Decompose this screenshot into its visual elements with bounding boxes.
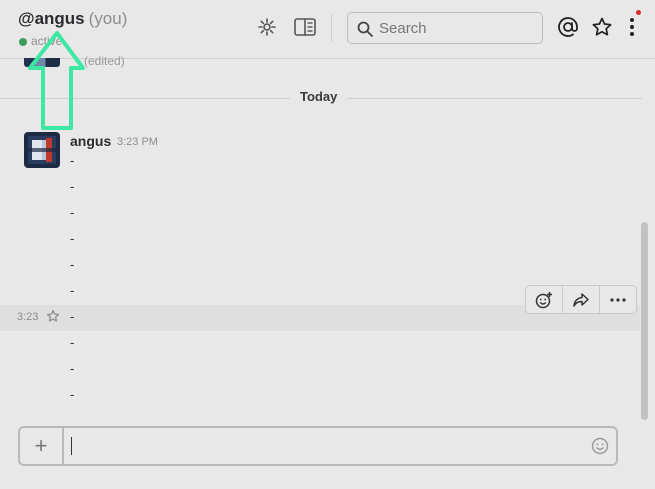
message-line: - xyxy=(70,335,75,350)
gear-icon[interactable] xyxy=(255,15,279,39)
message-line: - xyxy=(70,205,75,220)
message-line: - xyxy=(70,283,75,298)
channel-header: @angus (you) active Search xyxy=(0,0,655,59)
message-line: - xyxy=(70,387,75,402)
search-icon xyxy=(357,21,373,37)
message-line: - xyxy=(70,179,75,194)
status-text: active xyxy=(31,34,63,48)
add-reaction-icon[interactable] xyxy=(526,286,563,313)
star-icon[interactable] xyxy=(46,309,60,328)
channel-name[interactable]: @angus xyxy=(18,9,85,28)
day-divider: Today xyxy=(290,89,348,104)
message-timestamp[interactable]: 3:23 PM xyxy=(117,136,158,148)
star-icon[interactable] xyxy=(590,15,614,39)
more-vertical-icon[interactable] xyxy=(620,15,644,39)
channel-title[interactable]: @angus (you) xyxy=(18,9,127,29)
attach-button[interactable]: + xyxy=(20,428,64,464)
message-line: - xyxy=(70,153,75,168)
share-icon[interactable] xyxy=(563,286,600,313)
avatar[interactable] xyxy=(24,132,60,168)
search-box[interactable]: Search xyxy=(347,12,543,44)
header-divider xyxy=(331,14,332,42)
scrollbar[interactable] xyxy=(641,222,648,420)
notification-dot xyxy=(636,10,641,15)
message-actions xyxy=(525,285,637,314)
row-timestamp[interactable]: 3:23 xyxy=(17,311,38,323)
message-line: - xyxy=(70,257,75,272)
avatar[interactable] xyxy=(24,58,60,67)
message-author[interactable]: angus xyxy=(70,133,111,149)
presence-dot-icon xyxy=(19,37,27,46)
sidebar-panel-icon[interactable] xyxy=(293,15,317,39)
at-mention-icon[interactable] xyxy=(556,15,580,39)
message-input[interactable] xyxy=(68,432,582,462)
edited-label: (edited) xyxy=(84,54,125,68)
presence-status: active xyxy=(19,34,62,48)
text-cursor xyxy=(71,437,72,455)
more-horizontal-icon[interactable] xyxy=(600,286,636,313)
message-line: - xyxy=(70,361,75,376)
you-tag: (you) xyxy=(88,9,128,28)
emoji-icon[interactable] xyxy=(591,437,609,460)
up-arrow-icon xyxy=(28,31,85,130)
message-composer: + xyxy=(18,426,618,466)
message-line: - xyxy=(70,231,75,246)
message-line: - xyxy=(70,309,75,324)
search-placeholder[interactable]: Search xyxy=(379,20,427,37)
